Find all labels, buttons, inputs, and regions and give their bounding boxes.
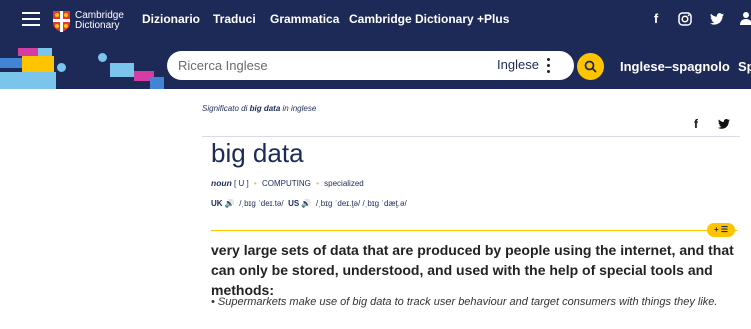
nav-grammatica[interactable]: Grammatica	[270, 12, 339, 26]
us-label: US	[288, 199, 300, 208]
twitter-icon[interactable]	[709, 11, 725, 27]
separator-dot: •	[316, 179, 319, 188]
language-selector[interactable]: Inglese	[497, 57, 539, 72]
definition-text: very large sets of data that are produce…	[211, 242, 734, 298]
decor-block	[110, 63, 134, 77]
top-navigation: Cambridge Dictionary Dizionario Traduci …	[0, 0, 751, 41]
headword: big data	[211, 138, 304, 168]
us-audio-icon[interactable]: 🔊	[301, 199, 311, 208]
logo-text-line2: Dictionary	[75, 20, 120, 31]
instagram-icon[interactable]	[677, 11, 693, 27]
uk-ipa: /ˌbɪɡ ˈdeɪ.tə/	[239, 199, 284, 208]
user-icon[interactable]	[738, 11, 751, 27]
decor-block	[18, 48, 38, 56]
share-twitter-icon[interactable]	[718, 118, 730, 132]
definition-rule	[211, 230, 737, 231]
part-of-speech-line: noun [ U ] • COMPUTING • specialized	[211, 178, 364, 188]
search-box: Inglese	[167, 51, 574, 80]
search-band: Inglese Inglese–spagnolo Sp	[0, 41, 751, 89]
uk-label: UK	[211, 199, 223, 208]
pronunciation-line: UK 🔊 /ˌbɪɡ ˈdeɪ.tə/ US 🔊 /ˌbɪɡ ˈdeɪ.t̬ə/…	[211, 199, 407, 208]
decor-block	[150, 77, 164, 89]
search-button[interactable]	[577, 53, 604, 80]
search-icon	[584, 60, 597, 73]
nav-traduci[interactable]: Traduci	[213, 12, 256, 26]
meaning-caption: Significato di big data in inglese	[202, 104, 316, 113]
decor-block	[0, 72, 56, 89]
us-ipa-2: /ˌbɪɡ ˈdæt̬.ə/	[362, 199, 407, 208]
separator-dot: •	[253, 179, 257, 188]
menu-icon[interactable]	[22, 12, 40, 26]
crest-icon	[53, 10, 70, 32]
meaning-prefix: Significato di	[202, 104, 250, 113]
dictionary-title[interactable]: Inglese–spagnolo	[620, 59, 730, 74]
more-options-icon[interactable]	[547, 57, 553, 73]
decor-dot	[57, 63, 66, 72]
register-label: specialized	[324, 179, 364, 188]
decor-block	[38, 48, 52, 56]
nav-dizionario[interactable]: Dizionario	[142, 12, 200, 26]
uk-audio-icon[interactable]: 🔊	[225, 199, 235, 208]
cambridge-logo[interactable]: Cambridge Dictionary	[53, 9, 124, 33]
decor-block	[0, 58, 22, 68]
meaning-term: big data	[249, 104, 281, 113]
part-of-speech: noun	[211, 178, 232, 188]
domain-label: COMPUTING	[261, 179, 311, 188]
grammar-code[interactable]: [ U ]	[234, 179, 249, 188]
decor-dot	[98, 53, 107, 62]
nav-plus[interactable]: Cambridge Dictionary +Plus	[349, 12, 509, 26]
example-sentence: • Supermarkets make use of big data to t…	[211, 296, 718, 308]
divider	[202, 136, 740, 137]
facebook-icon[interactable]: f	[648, 11, 664, 27]
add-to-list-button[interactable]: + ☰	[707, 223, 735, 237]
dictionary-title-next[interactable]: Sp	[738, 59, 751, 74]
share-facebook-icon[interactable]: f	[694, 117, 698, 131]
search-input[interactable]	[178, 56, 478, 75]
meaning-suffix: in inglese	[280, 104, 317, 113]
us-ipa-1: /ˌbɪɡ ˈdeɪ.t̬ə/	[315, 199, 361, 208]
